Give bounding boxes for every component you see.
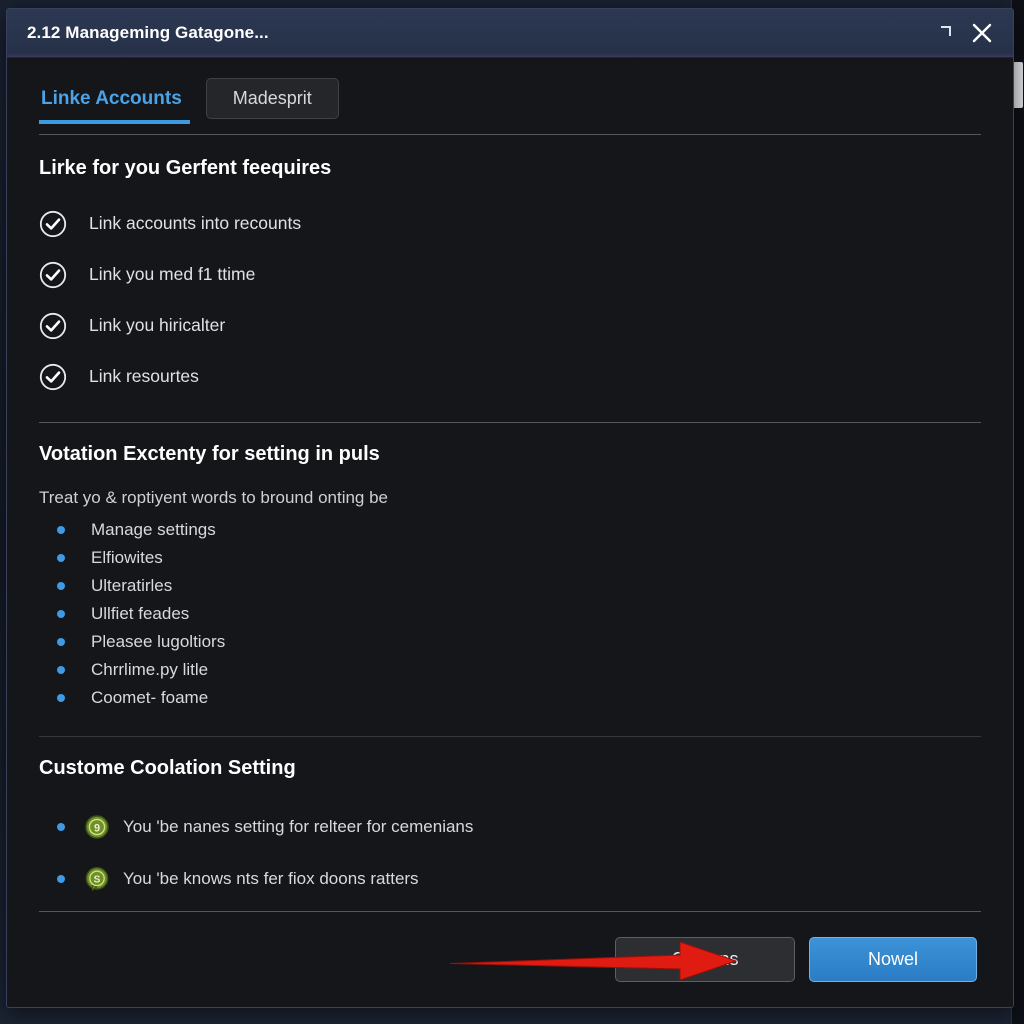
list-item[interactable]: Chrrlime.py litle <box>7 656 1013 684</box>
list-item[interactable]: Elfiowites <box>7 544 1013 572</box>
svg-text:S: S <box>94 875 101 886</box>
list-item-label: Link you med f1 ttime <box>89 264 256 284</box>
list-item[interactable]: Link you hiricalter <box>7 300 1013 351</box>
list-item-label: Chrrlime.py litle <box>91 660 209 679</box>
bullet-dot-icon <box>57 526 65 534</box>
list-item-label: Link you hiricalter <box>89 315 226 335</box>
list-item[interactable]: 9 You 'be nanes setting for relteer for … <box>7 802 1013 852</box>
list-item[interactable]: Coomet- foame <box>7 684 1013 712</box>
check-circle-icon <box>39 363 67 391</box>
section-heading-requirements: Lirke for you Gerfent feequires <box>39 157 332 179</box>
check-circle-icon <box>39 261 67 289</box>
bullet-dot-icon <box>57 638 65 646</box>
window-title: 2.12 Manageming Gatagone... <box>27 23 269 42</box>
list-item[interactable]: Manage settings <box>7 516 1013 544</box>
bullet-dot-icon <box>57 610 65 618</box>
list-item[interactable]: S You 'be knows nts fer fiox doons ratte… <box>7 854 1013 904</box>
list-item-label: Ulteratirles <box>91 576 173 595</box>
list-item-label: You 'be nanes setting for relteer for ce… <box>123 817 474 836</box>
bullet-dot-icon <box>57 666 65 674</box>
list-item[interactable]: Ullfiet feades <box>7 600 1013 628</box>
list-item[interactable]: Pleasee lugoltiors <box>7 628 1013 656</box>
close-icon[interactable] <box>963 16 1001 50</box>
dialog-footer: Contons Nowel <box>7 911 1013 1007</box>
list-item[interactable]: Link accounts into recounts <box>7 198 1013 249</box>
section-heading-custome-coolation: Custome Coolation Setting <box>39 757 296 779</box>
bullet-dot-icon <box>57 554 65 562</box>
cancel-button[interactable]: Contons <box>615 936 795 982</box>
confirm-button[interactable]: Nowel <box>809 936 977 982</box>
list-item-label: Ullfiet feades <box>91 604 190 623</box>
green-badge-icon: 9 <box>85 815 109 839</box>
settings-dialog: 2.12 Manageming Gatagone... Linke Accoun… <box>6 8 1014 1008</box>
dialog-titlebar[interactable]: 2.12 Manageming Gatagone... <box>7 9 1013 58</box>
list-item[interactable]: Link you med f1 ttime <box>7 249 1013 300</box>
list-item-label: Coomet- foame <box>91 688 209 707</box>
green-badge-speech-icon: S <box>85 867 109 892</box>
tab-linke-accounts[interactable]: Linke Accounts <box>39 88 190 124</box>
votation-intro-text: Treat yo & roptiyent words to bround ont… <box>39 488 389 507</box>
tab-bar: Linke Accounts Madesprit <box>7 58 1013 124</box>
list-item-label: Link accounts into recounts <box>89 213 302 233</box>
tab-madesprit[interactable]: Madesprit <box>205 78 339 119</box>
list-item-label: Link resourtes <box>89 366 199 386</box>
dialog-content: Linke Accounts Madesprit Lirke for you G… <box>7 58 1013 1007</box>
list-item-label: Elfiowites <box>91 548 163 567</box>
restore-window-icon[interactable] <box>925 16 963 50</box>
list-item[interactable]: Ulteratirles <box>7 572 1013 600</box>
page-scrollbar-thumb[interactable] <box>1013 62 1023 108</box>
bullet-dot-icon <box>57 582 65 590</box>
check-circle-icon <box>39 312 67 340</box>
section-heading-votation: Votation Exctenty for setting in puls <box>39 443 380 465</box>
check-circle-icon <box>39 210 67 238</box>
list-item-label: You 'be knows nts fer fiox doons ratters <box>123 869 419 888</box>
list-item[interactable]: Link resourtes <box>7 351 1013 402</box>
coolation-list: 9 You 'be nanes setting for relteer for … <box>7 802 1013 904</box>
bullet-dot-icon <box>57 823 65 831</box>
requirements-list: Link accounts into recounts Link you med… <box>7 198 1013 402</box>
list-item-label: Pleasee lugoltiors <box>91 632 226 651</box>
bullet-dot-icon <box>57 694 65 702</box>
desktop-background: 2.12 Manageming Gatagone... Linke Accoun… <box>0 0 1024 1024</box>
svg-text:9: 9 <box>94 823 100 835</box>
bullet-dot-icon <box>57 875 65 883</box>
list-item-label: Manage settings <box>91 520 216 539</box>
votation-bullet-list: Manage settings Elfiowites Ulteratirles … <box>7 516 1013 712</box>
